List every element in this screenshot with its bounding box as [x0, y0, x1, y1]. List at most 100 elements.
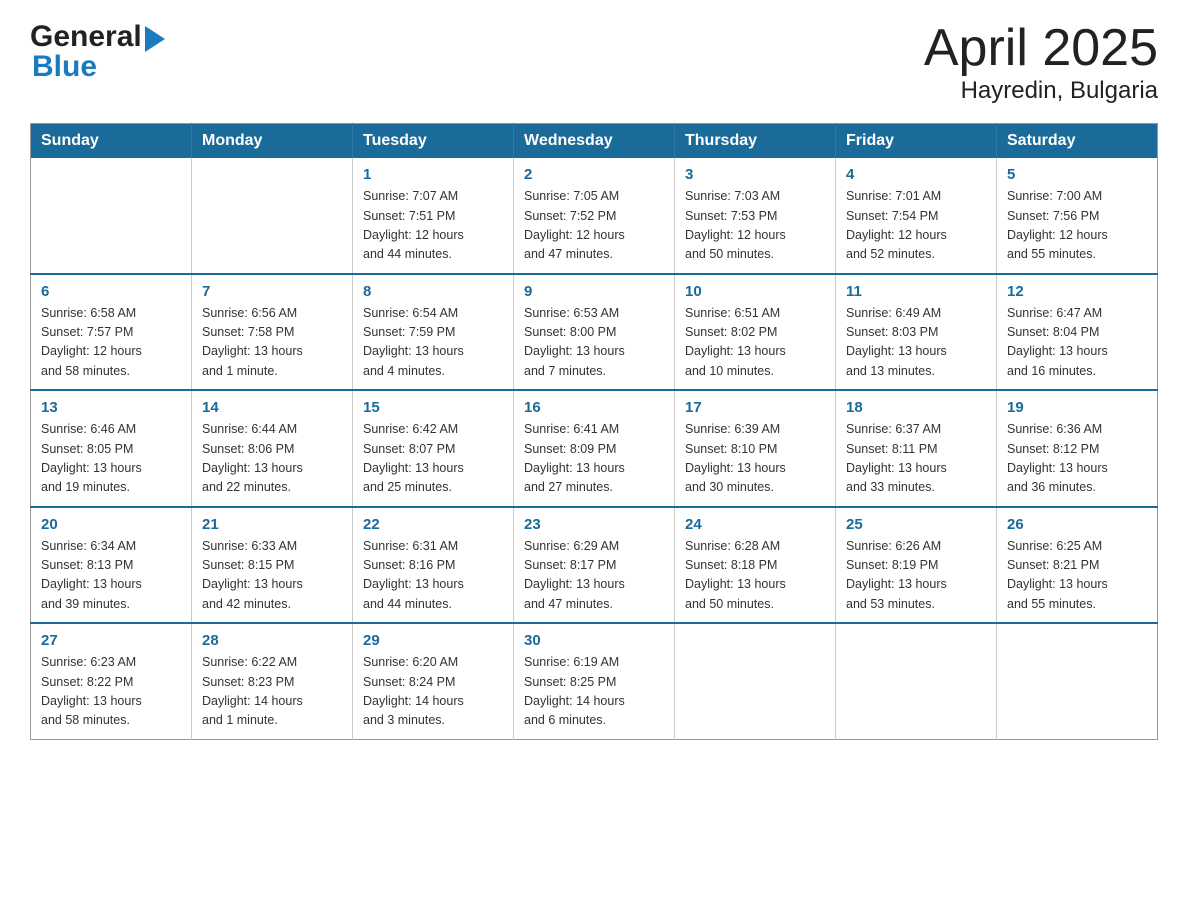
day-number: 26 — [1007, 516, 1147, 533]
day-info: Sunrise: 6:46 AMSunset: 8:05 PMDaylight:… — [41, 420, 181, 498]
calendar-cell — [997, 623, 1158, 739]
day-info: Sunrise: 6:39 AMSunset: 8:10 PMDaylight:… — [685, 420, 825, 498]
day-info: Sunrise: 6:19 AMSunset: 8:25 PMDaylight:… — [524, 653, 664, 731]
calendar-cell: 6 Sunrise: 6:58 AMSunset: 7:57 PMDaylight… — [31, 274, 192, 391]
day-number: 30 — [524, 632, 664, 649]
day-info: Sunrise: 6:25 AMSunset: 8:21 PMDaylight:… — [1007, 537, 1147, 615]
weekday-header: Thursday — [675, 124, 836, 159]
calendar-cell: 11 Sunrise: 6:49 AMSunset: 8:03 PMDayligh… — [836, 274, 997, 391]
calendar-week-row: 27 Sunrise: 6:23 AMSunset: 8:22 PMDayligh… — [31, 623, 1158, 739]
calendar-cell: 4 Sunrise: 7:01 AMSunset: 7:54 PMDaylight… — [836, 158, 997, 274]
logo-chevron-icon — [145, 26, 165, 52]
day-info: Sunrise: 6:23 AMSunset: 8:22 PMDaylight:… — [41, 653, 181, 731]
weekday-header: Saturday — [997, 124, 1158, 159]
day-number: 11 — [846, 283, 986, 300]
calendar-cell: 12Sunrise: 6:47 AMSunset: 8:04 PMDayligh… — [997, 274, 1158, 391]
day-info: Sunrise: 6:56 AMSunset: 7:58 PMDaylight:… — [202, 304, 342, 382]
title-area: April 2025 Hayredin, Bulgaria — [924, 20, 1158, 105]
day-number: 29 — [363, 632, 503, 649]
day-number: 4 — [846, 166, 986, 183]
day-number: 21 — [202, 516, 342, 533]
calendar-week-row: 20 Sunrise: 6:34 AMSunset: 8:13 PMDayligh… — [31, 507, 1158, 624]
calendar-cell: 26 Sunrise: 6:25 AMSunset: 8:21 PMDayligh… — [997, 507, 1158, 624]
day-number: 1 — [363, 166, 503, 183]
calendar-cell: 16 Sunrise: 6:41 AMSunset: 8:09 PMDayligh… — [514, 390, 675, 507]
day-number: 24 — [685, 516, 825, 533]
calendar-cell: 3 Sunrise: 7:03 AMSunset: 7:53 PMDaylight… — [675, 158, 836, 274]
day-info: Sunrise: 6:31 AMSunset: 8:16 PMDaylight:… — [363, 537, 503, 615]
day-number: 15 — [363, 399, 503, 416]
day-info: Sunrise: 6:28 AMSunset: 8:18 PMDaylight:… — [685, 537, 825, 615]
header: General Blue April 2025 Hayredin, Bulgar… — [30, 20, 1158, 105]
day-info: Sunrise: 6:41 AMSunset: 8:09 PMDaylight:… — [524, 420, 664, 498]
day-info: Sunrise: 6:47 AMSunset: 8:04 PMDaylight:… — [1007, 304, 1147, 382]
day-number: 10 — [685, 283, 825, 300]
calendar-week-row: 1 Sunrise: 7:07 AMSunset: 7:51 PMDaylight… — [31, 158, 1158, 274]
weekday-header: Sunday — [31, 124, 192, 159]
calendar-cell: 7 Sunrise: 6:56 AMSunset: 7:58 PMDaylight… — [192, 274, 353, 391]
calendar-table: SundayMondayTuesdayWednesdayThursdayFrid… — [30, 123, 1158, 740]
calendar-cell: 10 Sunrise: 6:51 AMSunset: 8:02 PMDayligh… — [675, 274, 836, 391]
calendar-cell: 14 Sunrise: 6:44 AMSunset: 8:06 PMDayligh… — [192, 390, 353, 507]
weekday-header: Friday — [836, 124, 997, 159]
calendar-cell: 17Sunrise: 6:39 AMSunset: 8:10 PMDayligh… — [675, 390, 836, 507]
calendar-cell: 20 Sunrise: 6:34 AMSunset: 8:13 PMDayligh… — [31, 507, 192, 624]
calendar-week-row: 13Sunrise: 6:46 AMSunset: 8:05 PMDayligh… — [31, 390, 1158, 507]
weekday-header: Wednesday — [514, 124, 675, 159]
calendar-week-row: 6 Sunrise: 6:58 AMSunset: 7:57 PMDaylight… — [31, 274, 1158, 391]
day-info: Sunrise: 6:51 AMSunset: 8:02 PMDaylight:… — [685, 304, 825, 382]
day-number: 8 — [363, 283, 503, 300]
day-number: 18 — [846, 399, 986, 416]
day-number: 16 — [524, 399, 664, 416]
day-info: Sunrise: 7:03 AMSunset: 7:53 PMDaylight:… — [685, 187, 825, 265]
calendar-subtitle: Hayredin, Bulgaria — [924, 77, 1158, 105]
day-info: Sunrise: 6:29 AMSunset: 8:17 PMDaylight:… — [524, 537, 664, 615]
calendar-cell: 15 Sunrise: 6:42 AMSunset: 8:07 PMDayligh… — [353, 390, 514, 507]
calendar-cell: 9Sunrise: 6:53 AMSunset: 8:00 PMDaylight… — [514, 274, 675, 391]
logo-general-text: General — [30, 20, 142, 54]
day-info: Sunrise: 6:58 AMSunset: 7:57 PMDaylight:… — [41, 304, 181, 382]
day-number: 22 — [363, 516, 503, 533]
calendar-cell: 30 Sunrise: 6:19 AMSunset: 8:25 PMDayligh… — [514, 623, 675, 739]
day-info: Sunrise: 6:44 AMSunset: 8:06 PMDaylight:… — [202, 420, 342, 498]
day-info: Sunrise: 6:42 AMSunset: 8:07 PMDaylight:… — [363, 420, 503, 498]
calendar-cell: 23Sunrise: 6:29 AMSunset: 8:17 PMDayligh… — [514, 507, 675, 624]
day-info: Sunrise: 7:05 AMSunset: 7:52 PMDaylight:… — [524, 187, 664, 265]
day-info: Sunrise: 6:34 AMSunset: 8:13 PMDaylight:… — [41, 537, 181, 615]
logo: General Blue — [30, 20, 165, 84]
calendar-cell: 8 Sunrise: 6:54 AMSunset: 7:59 PMDaylight… — [353, 274, 514, 391]
weekday-header: Monday — [192, 124, 353, 159]
calendar-cell: 25 Sunrise: 6:26 AMSunset: 8:19 PMDayligh… — [836, 507, 997, 624]
calendar-cell: 19 Sunrise: 6:36 AMSunset: 8:12 PMDayligh… — [997, 390, 1158, 507]
day-info: Sunrise: 6:53 AMSunset: 8:00 PMDaylight:… — [524, 304, 664, 382]
calendar-cell: 5Sunrise: 7:00 AMSunset: 7:56 PMDaylight… — [997, 158, 1158, 274]
day-number: 6 — [41, 283, 181, 300]
calendar-cell: 24 Sunrise: 6:28 AMSunset: 8:18 PMDayligh… — [675, 507, 836, 624]
calendar-cell: 2 Sunrise: 7:05 AMSunset: 7:52 PMDaylight… — [514, 158, 675, 274]
calendar-header-row: SundayMondayTuesdayWednesdayThursdayFrid… — [31, 124, 1158, 159]
day-info: Sunrise: 6:26 AMSunset: 8:19 PMDaylight:… — [846, 537, 986, 615]
calendar-cell — [192, 158, 353, 274]
calendar-cell — [836, 623, 997, 739]
day-info: Sunrise: 7:00 AMSunset: 7:56 PMDaylight:… — [1007, 187, 1147, 265]
day-info: Sunrise: 7:07 AMSunset: 7:51 PMDaylight:… — [363, 187, 503, 265]
day-info: Sunrise: 7:01 AMSunset: 7:54 PMDaylight:… — [846, 187, 986, 265]
day-info: Sunrise: 6:36 AMSunset: 8:12 PMDaylight:… — [1007, 420, 1147, 498]
day-info: Sunrise: 6:49 AMSunset: 8:03 PMDaylight:… — [846, 304, 986, 382]
calendar-cell: 28Sunrise: 6:22 AMSunset: 8:23 PMDayligh… — [192, 623, 353, 739]
day-number: 19 — [1007, 399, 1147, 416]
day-number: 2 — [524, 166, 664, 183]
calendar-cell: 1 Sunrise: 7:07 AMSunset: 7:51 PMDaylight… — [353, 158, 514, 274]
calendar-cell: 27 Sunrise: 6:23 AMSunset: 8:22 PMDayligh… — [31, 623, 192, 739]
day-number: 7 — [202, 283, 342, 300]
calendar-cell — [31, 158, 192, 274]
day-number: 27 — [41, 632, 181, 649]
day-number: 3 — [685, 166, 825, 183]
day-number: 20 — [41, 516, 181, 533]
day-info: Sunrise: 6:22 AMSunset: 8:23 PMDaylight:… — [202, 653, 342, 731]
day-number: 14 — [202, 399, 342, 416]
weekday-header: Tuesday — [353, 124, 514, 159]
day-info: Sunrise: 6:54 AMSunset: 7:59 PMDaylight:… — [363, 304, 503, 382]
calendar-cell: 22 Sunrise: 6:31 AMSunset: 8:16 PMDayligh… — [353, 507, 514, 624]
day-number: 25 — [846, 516, 986, 533]
